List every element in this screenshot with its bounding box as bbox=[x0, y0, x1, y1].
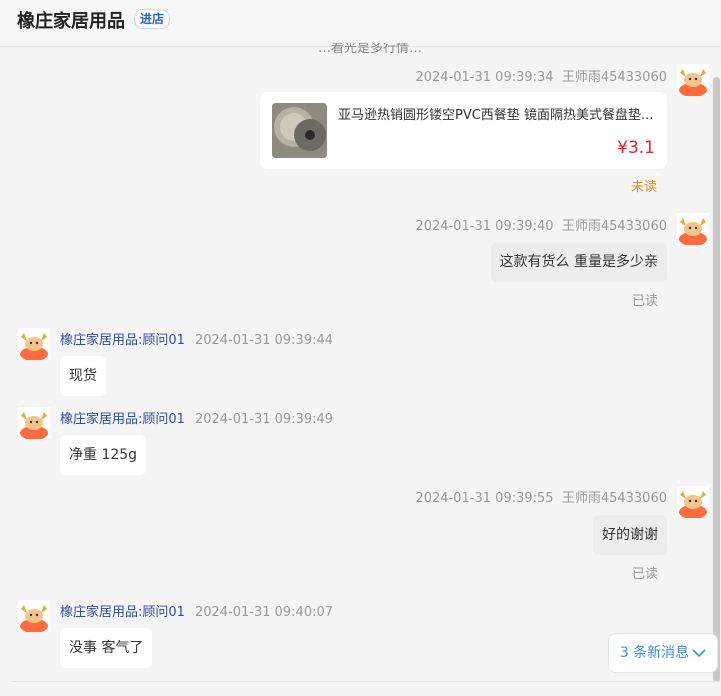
new-messages-button[interactable]: 3 条新消息 bbox=[608, 633, 718, 673]
product-image bbox=[272, 103, 327, 158]
seller-avatar[interactable] bbox=[18, 328, 50, 360]
user-avatar[interactable] bbox=[677, 486, 709, 518]
enter-shop-button[interactable]: 进店 bbox=[134, 9, 171, 29]
shop-name: 橡庄家居用品 bbox=[17, 11, 125, 32]
product-price: ¥3.1 bbox=[617, 138, 655, 158]
product-title: 亚马逊热销圆形镂空PVC西餐垫 镜面隔热美式餐盘垫... bbox=[338, 108, 654, 123]
message-bubble[interactable]: 这款有货么 重量是多少亲 bbox=[490, 242, 667, 282]
seller-avatar[interactable] bbox=[18, 407, 50, 439]
message-bubble[interactable]: 净重 125g bbox=[60, 435, 147, 475]
chevron-down-icon bbox=[692, 648, 706, 657]
message-meta: 2024-01-31 09:39:34 王师雨45433060 bbox=[415, 70, 667, 85]
message-meta: 橡庄家居用品:顾问01 2024-01-31 09:40:07 bbox=[60, 605, 334, 620]
input-divider bbox=[12, 681, 721, 682]
chat-scrollbar[interactable] bbox=[713, 47, 720, 687]
message-meta: 2024-01-31 09:39:40 王师雨45433060 bbox=[415, 219, 667, 234]
read-status: 已读 bbox=[632, 294, 659, 309]
user-avatar[interactable] bbox=[677, 213, 709, 245]
message-bubble[interactable]: 好的谢谢 bbox=[593, 515, 667, 555]
message-meta: 橡庄家居用品:顾问01 2024-01-31 09:39:49 bbox=[60, 412, 334, 427]
message-meta: 橡庄家居用品:顾问01 2024-01-31 09:39:44 bbox=[60, 333, 334, 348]
read-status: 未读 bbox=[631, 180, 658, 195]
chat-header: 橡庄家居用品 进店 bbox=[0, 0, 721, 47]
seller-avatar[interactable] bbox=[18, 600, 50, 632]
message-bubble[interactable]: 没事 客气了 bbox=[60, 628, 153, 668]
read-status: 已读 bbox=[632, 567, 659, 582]
scrollbar-thumb[interactable] bbox=[713, 77, 720, 682]
new-messages-label: 3 条新消息 bbox=[619, 645, 690, 661]
user-avatar[interactable] bbox=[677, 64, 709, 96]
product-card[interactable]: 亚马逊热销圆形镂空PVC西餐垫 镜面隔热美式餐盘垫... ¥3.1 bbox=[260, 92, 667, 169]
message-meta: 2024-01-31 09:39:55 王师雨45433060 bbox=[415, 491, 667, 506]
message-bubble[interactable]: 现货 bbox=[60, 356, 106, 396]
